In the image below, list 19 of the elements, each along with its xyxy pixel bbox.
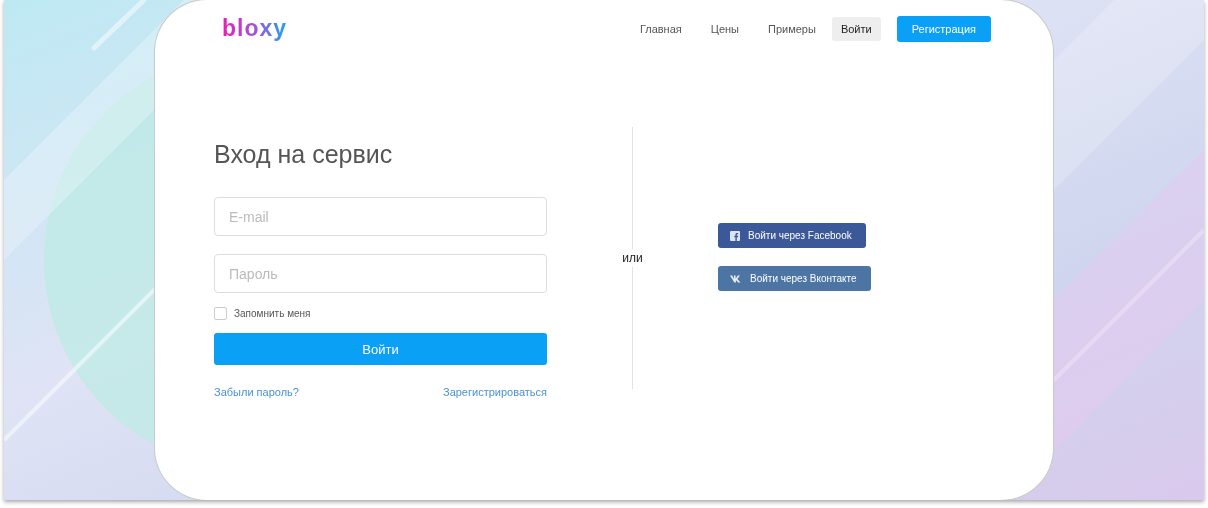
register-link[interactable]: Зарегистрироваться xyxy=(443,386,547,398)
login-button[interactable]: Войти xyxy=(214,333,547,365)
remember-checkbox[interactable] xyxy=(214,307,227,320)
remember-label: Запомнить меня xyxy=(234,308,311,319)
nav-link[interactable]: Главная xyxy=(630,17,691,41)
form-title: Вход на сервис xyxy=(214,140,394,169)
or-separator: или xyxy=(622,249,643,267)
nav-link[interactable]: Примеры xyxy=(759,17,825,41)
background-line xyxy=(91,0,147,51)
register-button[interactable]: Регистрация xyxy=(896,16,991,42)
social-login-button[interactable]: Войти через Вконтакте xyxy=(718,266,871,291)
nav-link[interactable]: Войти xyxy=(831,17,881,41)
password-field[interactable]: Пароль xyxy=(214,254,547,293)
forgot-password-link[interactable]: Забыли пароль? xyxy=(214,386,299,398)
facebook-icon xyxy=(730,230,740,241)
nav-link[interactable]: Цены xyxy=(701,17,748,41)
email-field[interactable]: E-mail xyxy=(214,197,547,236)
social-login-button[interactable]: Войти через Facebook xyxy=(718,223,866,248)
vk-icon xyxy=(730,274,742,283)
